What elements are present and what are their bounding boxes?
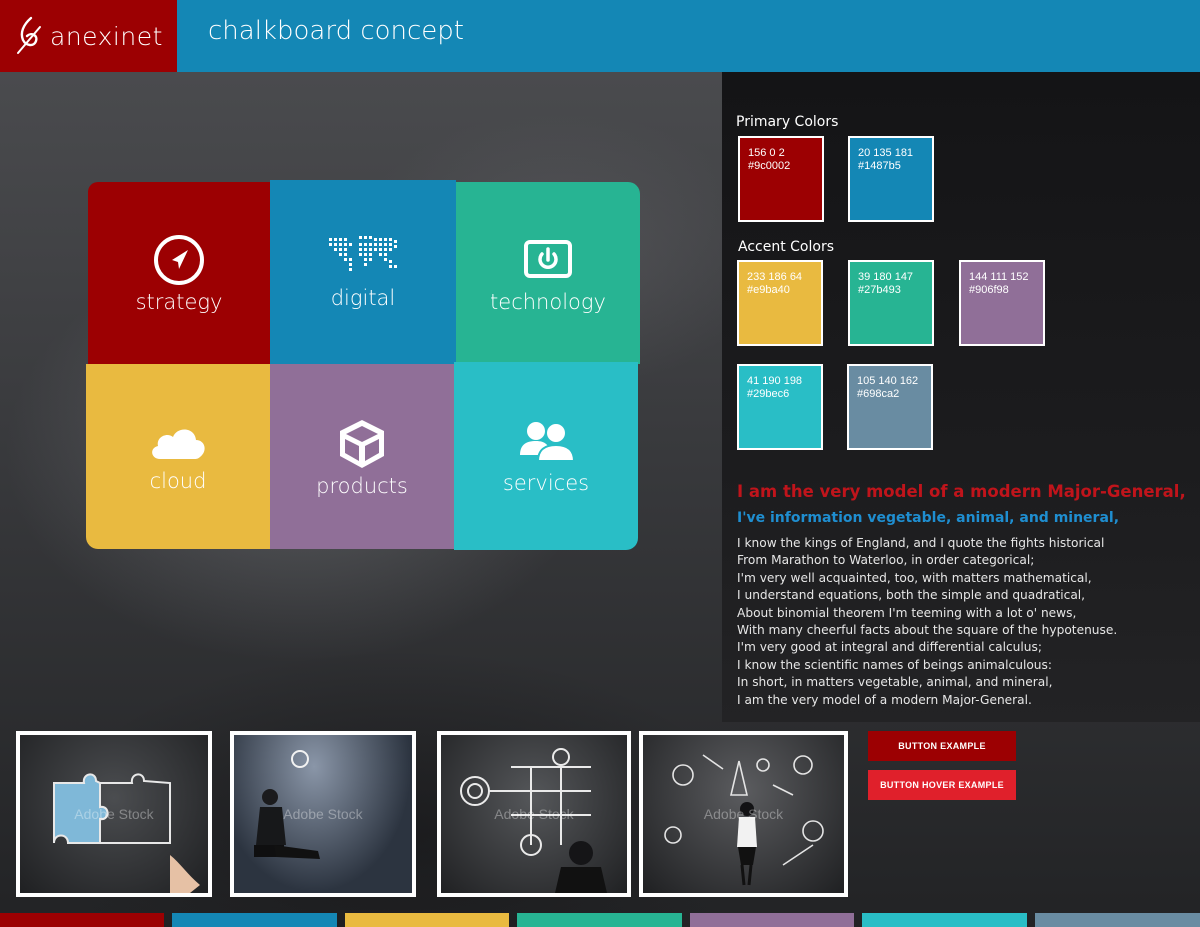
hover-example-button[interactable]: BUTTON HOVER EXAMPLE bbox=[868, 770, 1016, 800]
brand-logo[interactable]: anexinet bbox=[0, 0, 177, 72]
photo-watermark: Adobe Stock bbox=[703, 806, 784, 822]
tile-strategy[interactable]: strategy bbox=[88, 182, 270, 364]
photo-lightbulb[interactable]: Adobe Stock bbox=[230, 731, 416, 897]
body-line: From Marathon to Waterloo, in order cate… bbox=[737, 553, 1035, 568]
swatch-rgb: 156 0 2 bbox=[748, 147, 785, 159]
photo-watermark: Adobe Stock bbox=[494, 806, 574, 822]
tile-digital[interactable]: digital bbox=[270, 180, 456, 364]
brand-name: anexinet bbox=[50, 21, 163, 51]
strip-slate bbox=[1035, 913, 1200, 927]
swatch-hex: #698ca2 bbox=[857, 388, 900, 400]
photo-watermark: Adobe Stock bbox=[74, 806, 154, 822]
body-line: I'm very well acquainted, too, with matt… bbox=[737, 570, 1092, 585]
people-icon bbox=[520, 422, 576, 462]
swatch-rgb: 41 190 198 bbox=[747, 375, 803, 387]
header-bar: anexinet chalkboard concept bbox=[0, 0, 1200, 72]
photo-sketches[interactable]: Adobe Stock bbox=[639, 731, 848, 897]
tile-label: technology bbox=[490, 290, 606, 314]
swatch-hex: #27b493 bbox=[858, 284, 901, 296]
accent-colors-label: Accent Colors bbox=[738, 239, 834, 255]
body-line: In short, in matters vegetable, animal, … bbox=[737, 675, 1053, 690]
photo-watermark: Adobe Stock bbox=[283, 806, 363, 822]
power-icon bbox=[524, 240, 572, 278]
body-line: I understand equations, both the simple … bbox=[737, 588, 1086, 603]
page-title: chalkboard concept bbox=[208, 16, 465, 46]
swatch-primary-red: 156 0 2 #9c0002 bbox=[738, 136, 824, 222]
service-tiles: strategy digital technology cloud produc… bbox=[86, 180, 640, 550]
swatch-rgb: 20 135 181 bbox=[858, 147, 914, 159]
swatch-hex: #29bec6 bbox=[747, 388, 790, 400]
anexinet-logo-icon bbox=[17, 16, 41, 54]
sample-subheading: I've information vegetable, animal, and … bbox=[737, 510, 1120, 526]
swatch-hex: #906f98 bbox=[969, 284, 1009, 296]
sample-body-text: I know the kings of England, and I quote… bbox=[737, 535, 1197, 709]
strip-purple bbox=[690, 913, 854, 927]
strip-red bbox=[0, 913, 164, 927]
primary-colors-label: Primary Colors bbox=[736, 114, 839, 130]
swatch-hex: #e9ba40 bbox=[747, 284, 790, 296]
swatch-accent-teal: 41 190 198 #29bec6 bbox=[737, 364, 823, 450]
tile-services[interactable]: services bbox=[454, 362, 638, 550]
tile-technology[interactable]: technology bbox=[456, 182, 640, 364]
swatch-accent-green: 39 180 147 #27b493 bbox=[848, 260, 934, 346]
compass-icon bbox=[154, 235, 204, 285]
swatch-accent-slate: 105 140 162 #698ca2 bbox=[847, 364, 933, 450]
sample-heading: I am the very model of a modern Major-Ge… bbox=[737, 482, 1186, 501]
body-line: I am the very model of a modern Major-Ge… bbox=[737, 692, 1032, 707]
swatch-hex: #1487b5 bbox=[858, 160, 901, 172]
world-map-icon bbox=[329, 236, 397, 271]
swatch-accent-yellow: 233 186 64 #e9ba40 bbox=[737, 260, 823, 346]
body-line: I know the scientific names of beings an… bbox=[737, 657, 1052, 672]
swatch-rgb: 144 111 152 bbox=[969, 271, 1029, 283]
tile-label: digital bbox=[330, 286, 396, 310]
body-line: I know the kings of England, and I quote… bbox=[737, 536, 1105, 550]
tile-label: products bbox=[316, 473, 408, 498]
strip-blue bbox=[172, 913, 337, 927]
body-line: I'm very good at integral and differenti… bbox=[737, 640, 1042, 655]
strip-yellow bbox=[345, 913, 509, 927]
strip-teal bbox=[862, 913, 1027, 927]
example-button[interactable]: BUTTON EXAMPLE bbox=[868, 731, 1016, 761]
swatch-rgb: 39 180 147 bbox=[858, 271, 914, 283]
swatch-hex: #9c0002 bbox=[748, 160, 791, 172]
cloud-icon bbox=[152, 428, 205, 459]
tile-label: cloud bbox=[149, 468, 207, 493]
body-line: With many cheerful facts about the squar… bbox=[737, 623, 1118, 638]
tile-cloud[interactable]: cloud bbox=[86, 364, 270, 549]
photo-diagram[interactable]: Adobe Stock bbox=[437, 731, 631, 897]
photo-puzzle[interactable]: Adobe Stock bbox=[16, 731, 212, 897]
box-icon bbox=[340, 419, 384, 468]
swatch-primary-blue: 20 135 181 #1487b5 bbox=[848, 136, 934, 222]
tile-label: strategy bbox=[135, 290, 223, 314]
tile-label: services bbox=[502, 471, 590, 495]
body-line: About binomial theorem I'm teeming with … bbox=[737, 605, 1077, 620]
tile-products[interactable]: products bbox=[270, 364, 454, 549]
strip-green bbox=[517, 913, 682, 927]
swatch-rgb: 233 186 64 bbox=[747, 271, 803, 283]
swatch-accent-purple: 144 111 152 #906f98 bbox=[959, 260, 1045, 346]
swatch-rgb: 105 140 162 bbox=[857, 375, 919, 387]
